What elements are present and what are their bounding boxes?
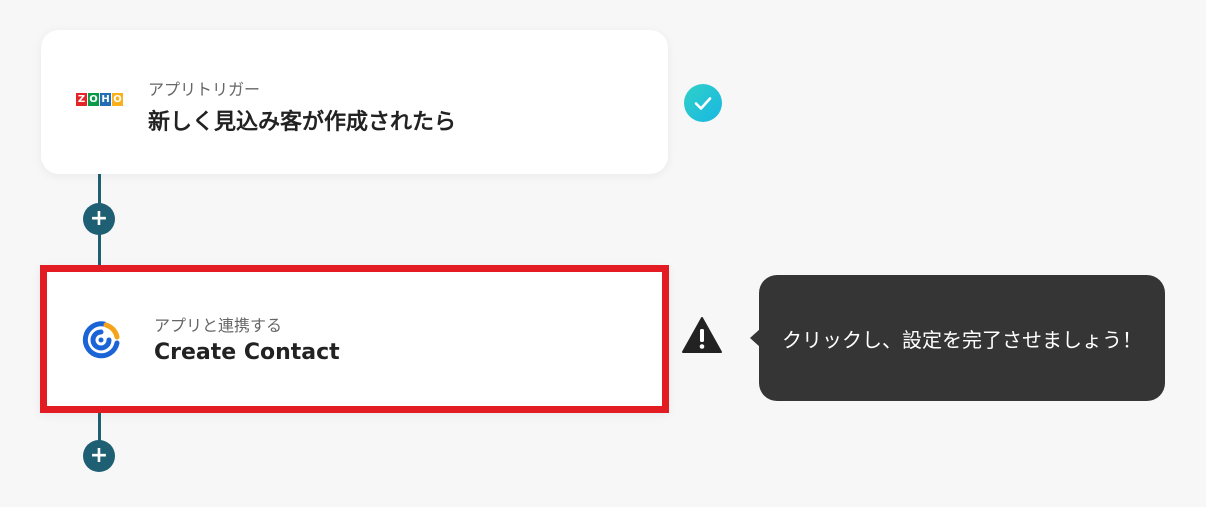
app-logo-icon bbox=[80, 319, 122, 365]
tooltip: クリックし、設定を完了させましょう！ bbox=[750, 275, 1165, 401]
action-title: Create Contact bbox=[154, 340, 340, 365]
add-step-button[interactable]: + bbox=[83, 203, 115, 235]
check-icon bbox=[684, 84, 722, 122]
action-subtitle: アプリと連携する bbox=[154, 316, 283, 335]
warning-icon bbox=[681, 316, 723, 354]
add-step-button[interactable]: + bbox=[83, 440, 115, 472]
trigger-step-card[interactable]: ZOHO アプリトリガー 新しく見込み客が作成されたら bbox=[41, 30, 668, 174]
tooltip-text: クリックし、設定を完了させましょう！ bbox=[782, 327, 1142, 352]
action-step-card[interactable]: アプリと連携する Create Contact bbox=[40, 265, 669, 413]
zoho-logo-icon: ZOHO bbox=[76, 93, 123, 106]
trigger-subtitle: アプリトリガー bbox=[148, 80, 261, 99]
trigger-title: 新しく見込み客が作成されたら bbox=[148, 110, 457, 135]
